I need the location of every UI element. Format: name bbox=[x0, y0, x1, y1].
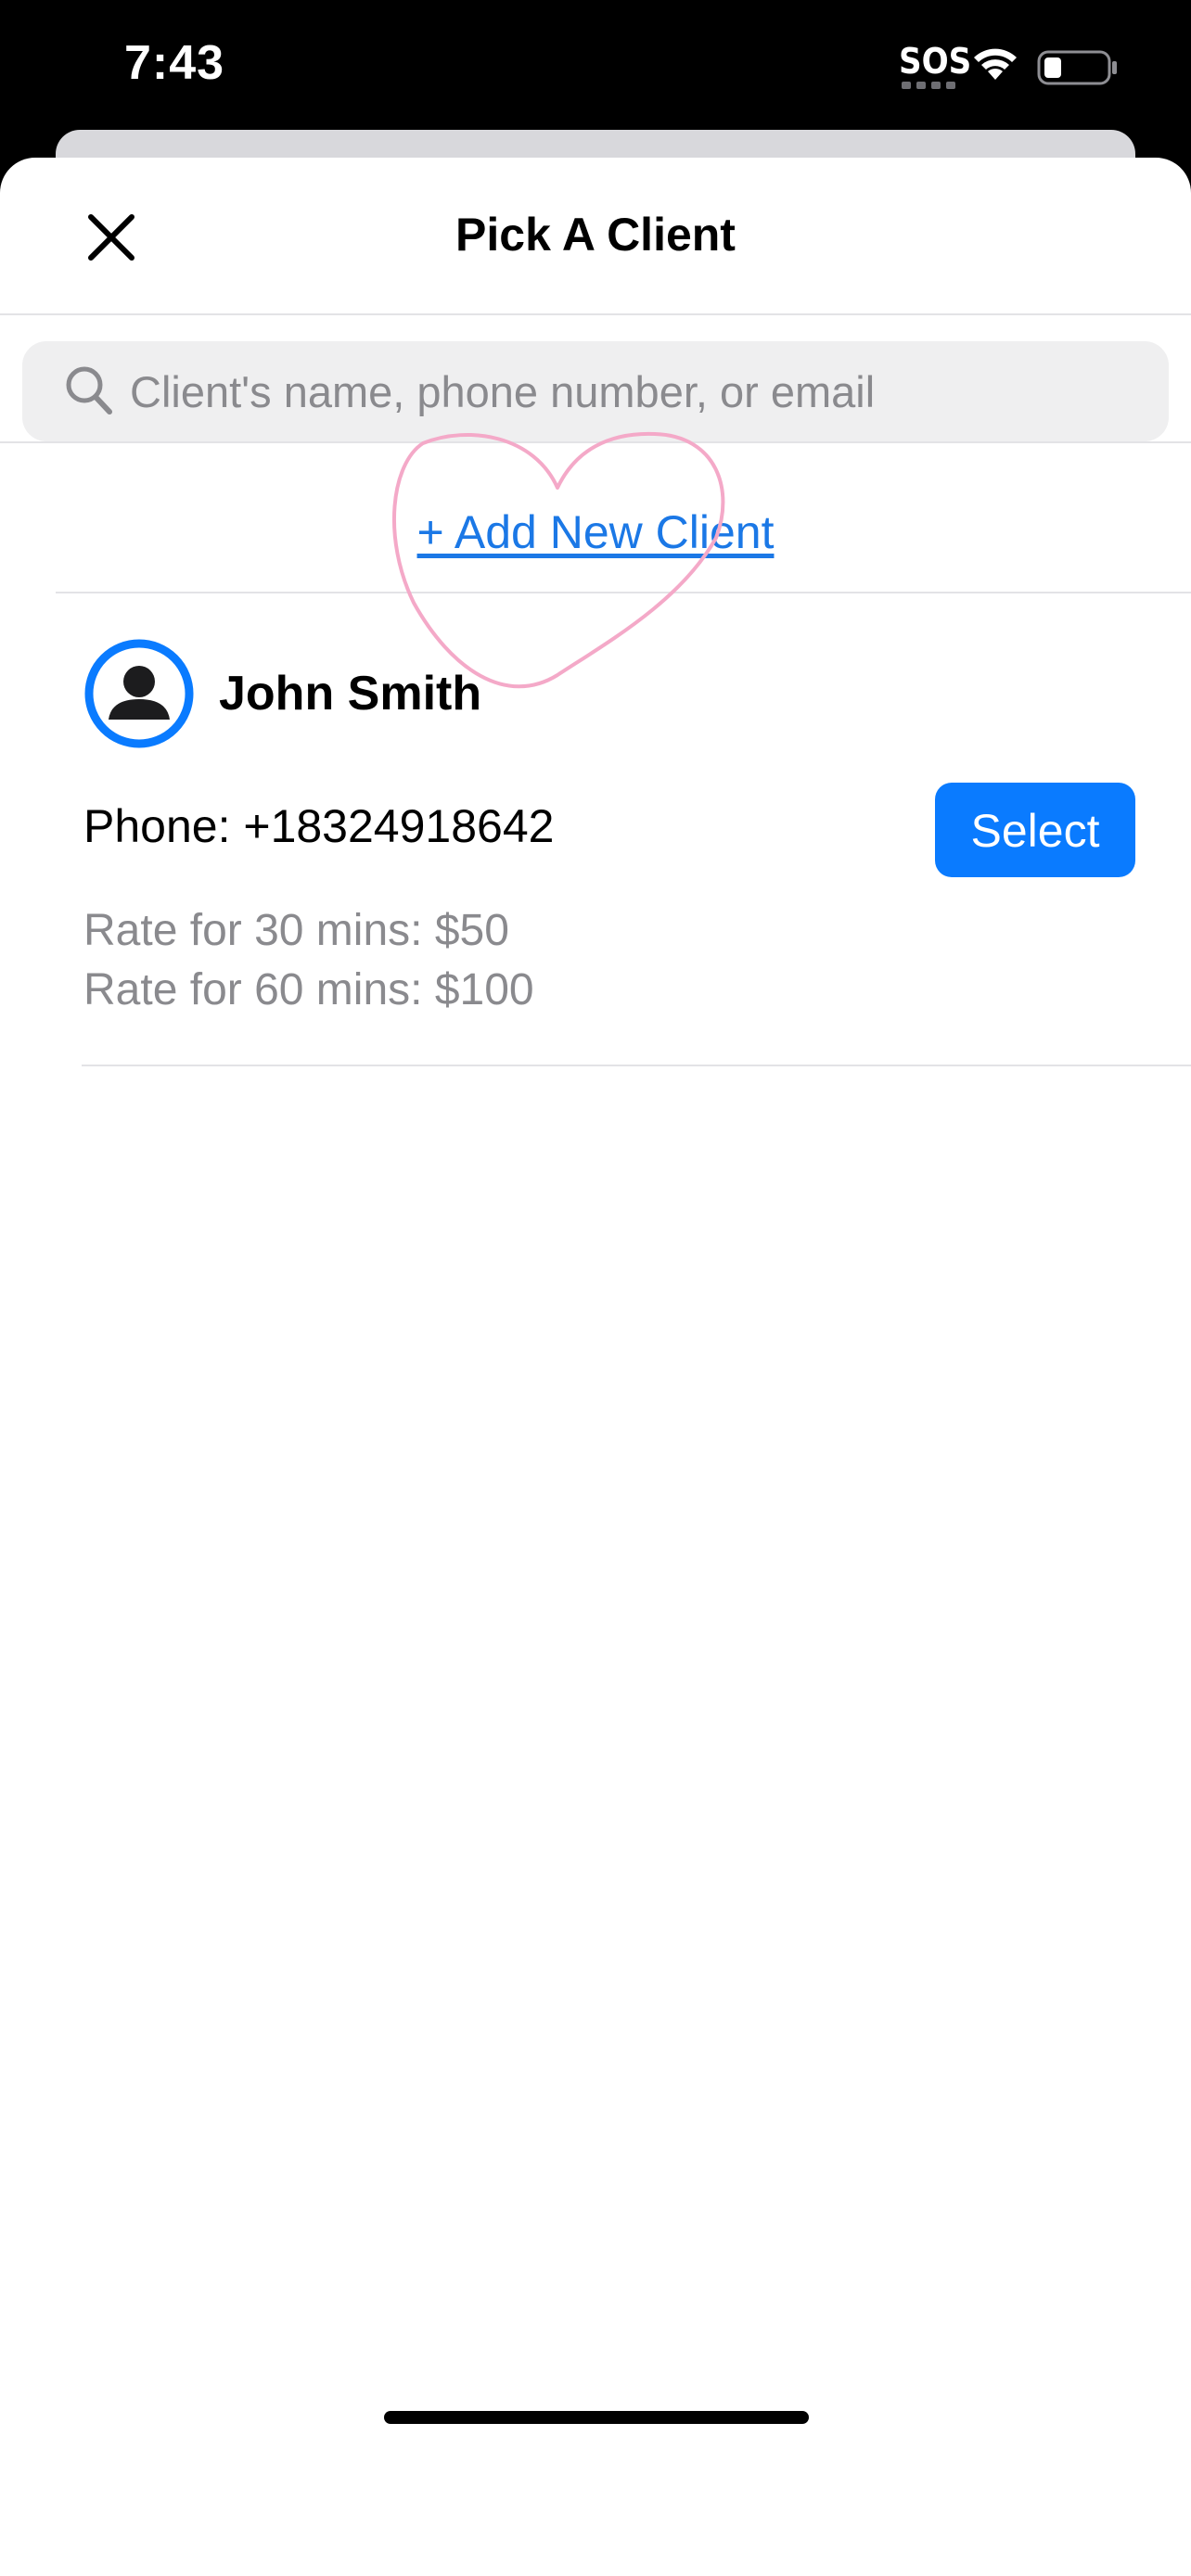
battery-icon bbox=[1037, 50, 1117, 85]
status-bar: 7:43 SOS bbox=[0, 0, 1191, 130]
signal-dots-icon bbox=[902, 82, 955, 89]
page-title: Pick A Client bbox=[455, 209, 736, 261]
rate-60-mins: Rate for 60 mins: $100 bbox=[83, 965, 534, 1014]
client-name: John Smith bbox=[219, 667, 482, 721]
sos-indicator: SOS bbox=[899, 41, 972, 82]
add-new-client-link[interactable]: + Add New Client bbox=[0, 505, 1191, 559]
status-time: 7:43 bbox=[124, 36, 225, 90]
search-bar[interactable] bbox=[22, 341, 1169, 441]
pick-client-sheet: Pick A Client + Add New Client John Smit… bbox=[0, 158, 1191, 2576]
rate-30-mins: Rate for 30 mins: $50 bbox=[83, 906, 509, 955]
client-phone: Phone: +18324918642 bbox=[83, 800, 555, 852]
search-input[interactable] bbox=[130, 341, 1141, 441]
divider bbox=[82, 1065, 1191, 1066]
wifi-icon bbox=[974, 48, 1017, 80]
nav-bar: Pick A Client bbox=[0, 158, 1191, 315]
home-indicator bbox=[384, 2411, 809, 2424]
select-client-button[interactable]: Select bbox=[935, 783, 1135, 877]
person-circle-icon bbox=[84, 639, 194, 748]
screen: 7:43 SOS Pick A Client Client's name, ph… bbox=[0, 0, 1191, 2576]
search-icon bbox=[66, 366, 112, 414]
